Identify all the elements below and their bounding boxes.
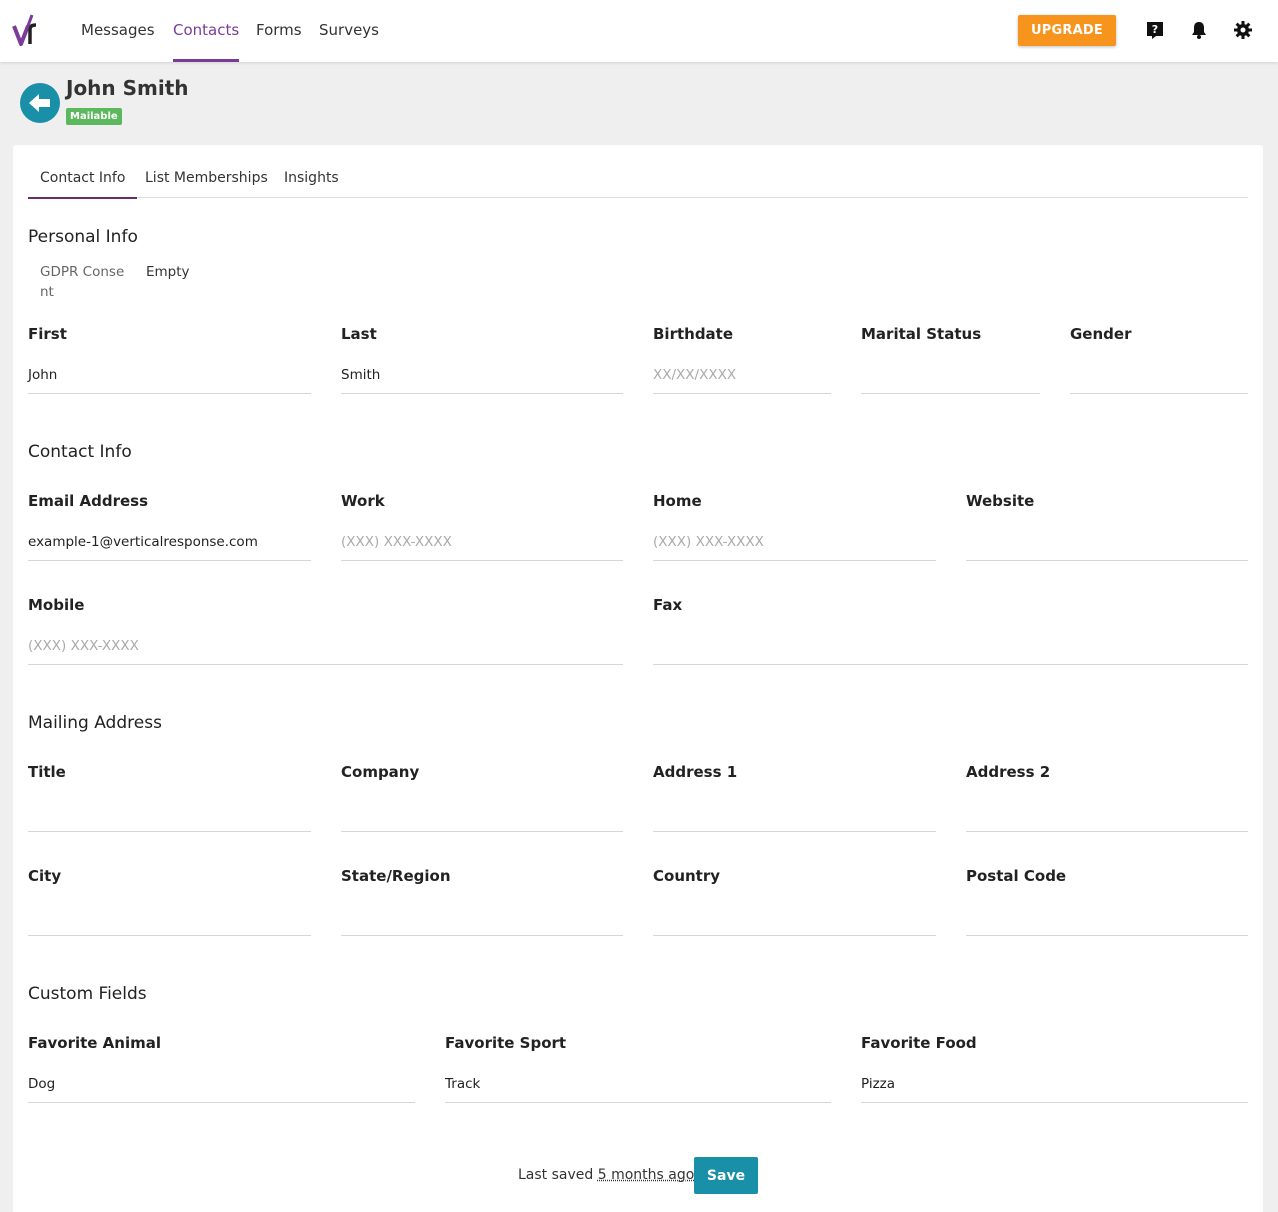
city-label: City <box>28 867 62 885</box>
home-phone-field[interactable]: (XXX) XXX-XXXX <box>653 528 936 561</box>
postal-code-field[interactable] <box>966 903 1248 936</box>
city-field[interactable] <box>28 903 311 936</box>
fax-field[interactable] <box>653 632 1248 665</box>
home-phone-label: Home <box>653 492 702 510</box>
tab-list-memberships[interactable]: List Memberships <box>133 145 280 198</box>
help-icon[interactable]: ? <box>1145 20 1165 40</box>
email-field[interactable]: example-1@verticalresponse.com <box>28 528 311 561</box>
gear-icon[interactable] <box>1233 20 1253 40</box>
section-contact-info: Contact Info <box>28 442 132 462</box>
contact-name: John Smith <box>66 76 189 100</box>
birthdate-field[interactable]: XX/XX/XXXX <box>653 361 831 394</box>
gender-label: Gender <box>1070 325 1132 343</box>
save-button[interactable]: Save <box>694 1157 758 1194</box>
postal-code-label: Postal Code <box>966 867 1067 885</box>
status-badge: Mailable <box>66 108 122 125</box>
address1-field[interactable] <box>653 799 936 832</box>
upgrade-button[interactable]: UPGRADE <box>1018 15 1116 46</box>
address1-label: Address 1 <box>653 763 738 781</box>
bell-icon[interactable] <box>1189 20 1209 40</box>
last-saved-time: 5 months ago <box>597 1167 695 1183</box>
address2-field[interactable] <box>966 799 1248 832</box>
marital-status-label: Marital Status <box>861 325 982 343</box>
website-field[interactable] <box>966 528 1248 561</box>
fax-label: Fax <box>653 596 683 614</box>
address2-label: Address 2 <box>966 763 1051 781</box>
mobile-field[interactable]: (XXX) XXX-XXXX <box>28 632 623 665</box>
favorite-sport-field[interactable]: Track <box>445 1070 831 1103</box>
company-field[interactable] <box>341 799 623 832</box>
marital-status-field[interactable] <box>861 361 1040 394</box>
top-navigation-bar: Messages Contacts Forms Surveys UPGRADE … <box>0 0 1278 62</box>
last-name-label: Last <box>341 325 377 343</box>
last-saved-prefix: Last saved <box>518 1167 594 1183</box>
title-field[interactable] <box>28 799 311 832</box>
work-phone-label: Work <box>341 492 385 510</box>
company-label: Company <box>341 763 420 781</box>
country-label: Country <box>653 867 721 885</box>
state-region-field[interactable] <box>341 903 623 936</box>
back-button[interactable] <box>20 83 60 123</box>
favorite-animal-label: Favorite Animal <box>28 1034 162 1052</box>
section-custom-fields: Custom Fields <box>28 984 147 1004</box>
first-name-label: First <box>28 325 67 343</box>
contact-card: Contact Info List Memberships Insights P… <box>13 145 1263 1212</box>
section-mailing-address: Mailing Address <box>28 713 162 733</box>
nav-surveys[interactable]: Surveys <box>319 0 379 62</box>
tab-contact-info[interactable]: Contact Info <box>28 145 138 199</box>
mobile-label: Mobile <box>28 596 85 614</box>
last-name-field[interactable]: Smith <box>341 361 623 394</box>
website-label: Website <box>966 492 1035 510</box>
favorite-food-field[interactable]: Pizza <box>861 1070 1248 1103</box>
email-label: Email Address <box>28 492 149 510</box>
arrow-left-icon <box>29 94 50 112</box>
first-name-field[interactable]: John <box>28 361 311 394</box>
birthdate-label: Birthdate <box>653 325 734 343</box>
gender-field[interactable] <box>1070 361 1248 394</box>
tab-bar: Contact Info List Memberships Insights <box>28 145 1248 199</box>
section-personal-info: Personal Info <box>28 227 138 247</box>
work-phone-field[interactable]: (XXX) XXX-XXXX <box>341 528 623 561</box>
nav-contacts[interactable]: Contacts <box>173 0 240 62</box>
gdpr-consent-label: GDPR Consent <box>40 264 125 300</box>
last-saved-text: Last saved 5 months ago <box>518 1167 694 1183</box>
nav-forms[interactable]: Forms <box>256 0 302 62</box>
nav-messages[interactable]: Messages <box>81 0 155 62</box>
country-field[interactable] <box>653 903 936 936</box>
favorite-food-label: Favorite Food <box>861 1034 977 1052</box>
title-label: Title <box>28 763 66 781</box>
vr-logo[interactable] <box>12 12 44 48</box>
svg-text:?: ? <box>1152 23 1158 36</box>
state-region-label: State/Region <box>341 867 451 885</box>
favorite-animal-field[interactable]: Dog <box>28 1070 415 1103</box>
gdpr-consent-value: Empty <box>146 264 190 280</box>
tab-insights[interactable]: Insights <box>272 145 351 198</box>
favorite-sport-label: Favorite Sport <box>445 1034 567 1052</box>
